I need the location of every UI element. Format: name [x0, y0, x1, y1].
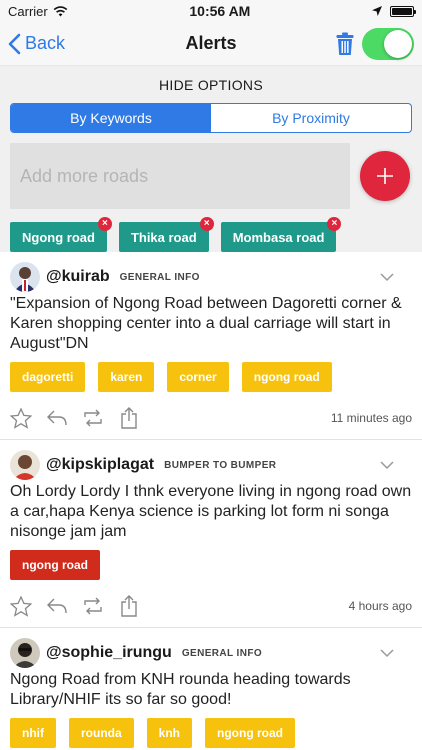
reply-button[interactable]: [46, 595, 68, 617]
share-button[interactable]: [118, 595, 140, 617]
delete-button[interactable]: [334, 31, 356, 57]
category-label: BUMPER TO BUMPER: [164, 459, 277, 471]
status-right: [372, 5, 416, 17]
user-avatar-image: [10, 262, 40, 292]
repost-button[interactable]: [82, 407, 104, 429]
nav-actions: [334, 27, 422, 60]
reply-button[interactable]: [46, 407, 68, 429]
share-button[interactable]: [118, 407, 140, 429]
post-text: Oh Lordy Lordy I thnk everyone living in…: [10, 483, 412, 540]
back-label: Back: [25, 33, 66, 53]
status-bar: Carrier 10:56 AM: [0, 0, 422, 22]
share-icon: [121, 595, 137, 617]
road-tag[interactable]: Ngong road ×: [10, 217, 112, 252]
alerts-toggle[interactable]: [362, 27, 414, 60]
remove-road-tag-button[interactable]: ×: [327, 217, 342, 231]
keyword-tag[interactable]: ngong road: [241, 362, 332, 392]
keyword-tag[interactable]: nhif: [10, 718, 56, 748]
chevron-down-icon[interactable]: [380, 272, 394, 282]
alert-post: @kipskiplagat BUMPER TO BUMPER Oh Lordy …: [0, 440, 422, 628]
post-text: Ngong Road from KNH rounda heading towar…: [10, 671, 351, 708]
avatar[interactable]: [10, 262, 40, 292]
add-roads-input[interactable]: [10, 143, 350, 209]
star-icon: [10, 595, 32, 617]
category-label: GENERAL INFO: [181, 647, 263, 659]
post-header: @kuirab GENERAL INFO: [10, 262, 412, 292]
battery-level: [392, 7, 412, 15]
alerts-feed: @kuirab GENERAL INFO "Expansion of Ngong…: [0, 252, 422, 748]
road-tag-label: Thika road: [130, 229, 197, 245]
keyword-tag[interactable]: rounda: [69, 718, 134, 748]
road-tag[interactable]: Thika road ×: [118, 217, 214, 252]
carrier-label: Carrier: [8, 3, 48, 19]
plus-icon: [377, 168, 393, 184]
keyword-tag[interactable]: karen: [98, 362, 155, 392]
chevron-down-icon[interactable]: [380, 648, 394, 658]
reply-icon: [47, 598, 67, 614]
post-timestamp: 11 minutes ago: [330, 411, 412, 425]
username-link[interactable]: @sophie_irungu: [46, 644, 172, 662]
avatar[interactable]: [10, 638, 40, 668]
user-avatar-image: [10, 450, 40, 480]
status-time: 10:56 AM: [189, 3, 251, 19]
repost-icon: [84, 409, 102, 427]
add-road-button[interactable]: [360, 151, 410, 201]
post-header: @kipskiplagat BUMPER TO BUMPER: [10, 450, 412, 480]
post-footer: 11 minutes ago: [10, 397, 412, 439]
keyword-tag[interactable]: knh: [146, 718, 193, 748]
filter-segmented-control: By Keywords By Proximity: [10, 103, 412, 133]
nav-bar: Back Alerts: [0, 22, 422, 66]
segment-by-proximity[interactable]: By Proximity: [211, 104, 411, 132]
alert-post: @kuirab GENERAL INFO "Expansion of Ngong…: [0, 252, 422, 440]
road-input-row: [10, 143, 412, 209]
road-tag-label: Ngong road: [22, 229, 95, 245]
username-link[interactable]: @kuirab: [46, 268, 110, 286]
favorite-button[interactable]: [10, 595, 32, 617]
post-actions: [10, 407, 140, 429]
alert-post: @sophie_irungu GENERAL INFO Ngong Road f…: [0, 628, 422, 748]
toggle-knob: [384, 29, 412, 58]
status-left: Carrier: [8, 4, 68, 19]
chevron-down-icon[interactable]: [380, 460, 394, 470]
post-text: "Expansion of Ngong Road between Dagoret…: [10, 295, 402, 352]
chevron-left-icon: [8, 33, 21, 54]
favorite-button[interactable]: [10, 407, 32, 429]
reply-icon: [47, 410, 67, 426]
share-icon: [121, 407, 137, 429]
trash-icon: [336, 32, 354, 55]
keyword-tags: nhif rounda knh ngong road: [10, 718, 412, 748]
repost-icon: [84, 597, 102, 615]
keyword-tags: dagoretti karen corner ngong road: [10, 362, 412, 392]
keyword-tag[interactable]: dagoretti: [10, 362, 86, 392]
keyword-tag[interactable]: corner: [167, 362, 229, 392]
star-icon: [10, 407, 32, 429]
road-tag[interactable]: Mombasa road ×: [220, 217, 342, 252]
road-tags: Ngong road × Thika road × Mombasa road ×: [10, 217, 412, 252]
remove-road-tag-button[interactable]: ×: [97, 217, 112, 231]
wifi-icon: [53, 5, 68, 16]
segment-by-keywords[interactable]: By Keywords: [11, 104, 211, 132]
repost-button[interactable]: [82, 595, 104, 617]
keyword-tag[interactable]: ngong road: [205, 718, 296, 748]
username-link[interactable]: @kipskiplagat: [46, 456, 154, 474]
back-button[interactable]: Back: [0, 33, 65, 55]
post-actions: [10, 595, 140, 617]
user-avatar-image: [10, 638, 40, 668]
post-timestamp: 4 hours ago: [348, 599, 412, 613]
location-arrow-icon: [372, 6, 382, 16]
remove-road-tag-button[interactable]: ×: [199, 217, 214, 231]
hide-options-button[interactable]: HIDE OPTIONS: [10, 66, 412, 103]
avatar[interactable]: [10, 450, 40, 480]
post-footer: 4 hours ago: [10, 585, 412, 627]
keyword-tag[interactable]: ngong road: [10, 550, 100, 580]
post-header: @sophie_irungu GENERAL INFO: [10, 638, 412, 668]
options-panel: HIDE OPTIONS By Keywords By Proximity Ng…: [0, 66, 422, 252]
battery-icon: [390, 5, 416, 17]
category-label: GENERAL INFO: [119, 271, 200, 283]
road-tag-label: Mombasa road: [232, 229, 325, 245]
keyword-tags: ngong road: [10, 550, 412, 580]
